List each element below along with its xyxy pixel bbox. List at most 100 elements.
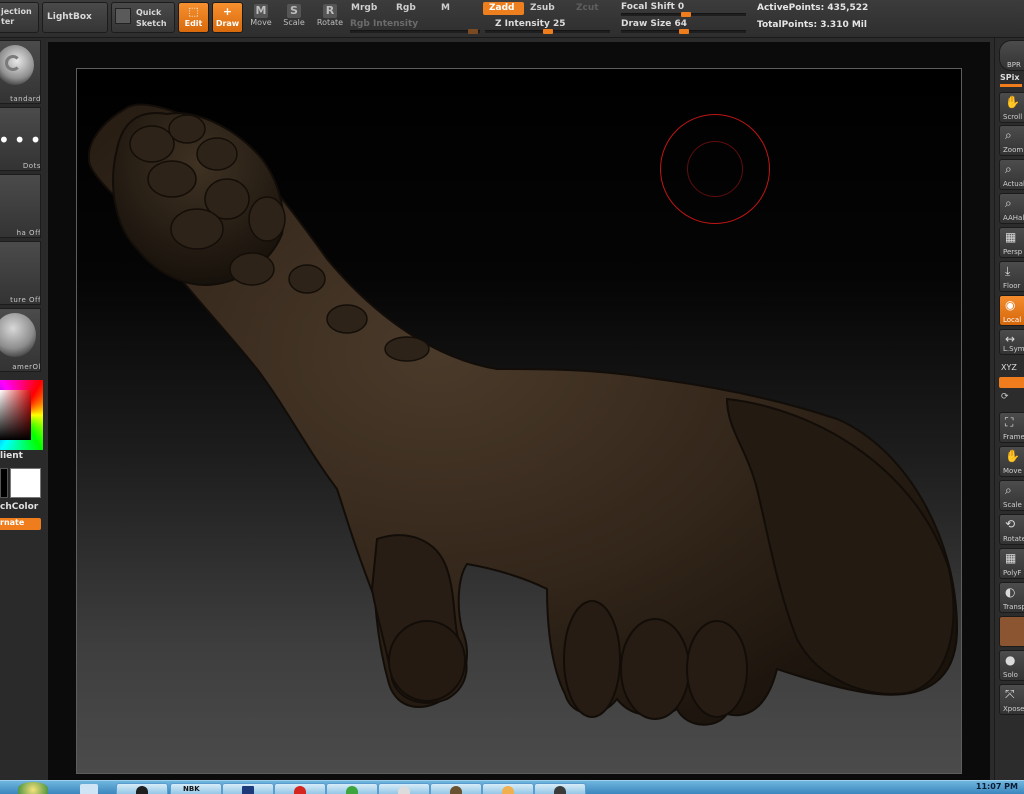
polyf-button[interactable]: ▦ PolyF xyxy=(999,548,1024,579)
floor-icon: ⤓ xyxy=(1005,264,1011,278)
taskbar-clock[interactable]: 11:07 PM xyxy=(976,782,1018,791)
main-color-swatch[interactable] xyxy=(0,468,8,498)
draw-size-label: Draw Size 64 xyxy=(621,19,687,29)
taskbar-badge: NBK xyxy=(183,785,200,793)
actual-label: Actual xyxy=(1003,180,1024,188)
projection-master-button[interactable]: jection ter xyxy=(0,2,39,33)
xpose-button[interactable]: ⤧ Xpose xyxy=(999,684,1024,715)
taskbar-app-opera[interactable] xyxy=(274,783,326,794)
secondary-color-swatch[interactable] xyxy=(10,468,41,498)
focal-shift-label: Focal Shift 0 xyxy=(621,2,685,12)
taskbar-explorer-icon[interactable] xyxy=(80,784,98,794)
opera-icon xyxy=(294,786,306,794)
rgb-toggle[interactable]: Rgb xyxy=(390,2,422,15)
rotate-tool-button[interactable]: R Rotate xyxy=(315,2,345,33)
spix-label[interactable]: SPix xyxy=(1000,73,1020,82)
scroll-button[interactable]: ✋ Scroll xyxy=(999,92,1024,123)
scale-view-button[interactable]: ⌕ Scale xyxy=(999,480,1024,511)
zadd-toggle[interactable]: Zadd xyxy=(483,2,524,15)
solo-icon: ● xyxy=(1005,653,1016,667)
z-intensity-slider[interactable] xyxy=(485,29,610,34)
zoom-button[interactable]: ⌕ Zoom xyxy=(999,125,1024,156)
quick-sketch-button[interactable]: Quick Sketch xyxy=(111,2,175,33)
sculpted-creature-model[interactable] xyxy=(77,69,962,774)
spix-slider[interactable] xyxy=(1000,84,1022,87)
hand-icon: ✋ xyxy=(1005,95,1020,109)
zbrush-icon xyxy=(554,786,566,794)
transp-label: Transp xyxy=(1003,603,1024,611)
draw-button[interactable]: + Draw xyxy=(212,2,243,33)
app-icon xyxy=(502,786,514,794)
stroke-selector[interactable]: ••• Dots xyxy=(0,107,41,171)
quick-sketch-label-2: Sketch xyxy=(136,19,167,28)
transp-button[interactable]: ◐ Transp xyxy=(999,582,1024,613)
xyz-button[interactable]: XYZ xyxy=(1001,363,1017,372)
rotate-view-button[interactable]: ⟲ Rotate xyxy=(999,514,1024,545)
aahalf-button[interactable]: ⌕ AAHalf xyxy=(999,193,1024,224)
zoom-label: Zoom xyxy=(1003,146,1024,154)
alternate-button[interactable]: rnate xyxy=(0,518,41,530)
lsym-button[interactable]: ↔ L.Sym xyxy=(999,329,1024,355)
draw-size-slider[interactable] xyxy=(621,29,746,34)
move-key-icon: M xyxy=(254,4,268,18)
zsub-toggle[interactable]: Zsub xyxy=(524,2,561,15)
start-button[interactable] xyxy=(18,782,48,794)
alpha-selector[interactable]: ha Off xyxy=(0,174,41,238)
stroke-label: Dots xyxy=(22,162,41,170)
texture-selector[interactable]: ture Off xyxy=(0,241,41,305)
taskbar-app-chrome[interactable] xyxy=(326,783,378,794)
solo-button[interactable]: ● Solo xyxy=(999,650,1024,681)
color-picker[interactable] xyxy=(0,380,43,450)
local-button[interactable]: ◉ Local xyxy=(999,295,1024,326)
edit-button[interactable]: ⬚ Edit xyxy=(178,2,209,33)
gradient-label[interactable]: lient xyxy=(0,451,23,461)
color-picker-square[interactable] xyxy=(0,390,31,440)
taskbar-app-photoshop[interactable] xyxy=(222,783,274,794)
floor-label: Floor xyxy=(1003,282,1021,290)
lightbox-button[interactable]: LightBox xyxy=(42,2,108,33)
move-view-button[interactable]: ✋ Move xyxy=(999,446,1024,477)
xyz-toggle[interactable] xyxy=(999,377,1024,388)
mrgb-toggle[interactable]: Mrgb xyxy=(345,2,383,15)
top-toolbar: jection ter LightBox Quick Sketch ⬚ Edit… xyxy=(0,0,1024,38)
floor-button[interactable]: ⤓ Floor xyxy=(999,261,1024,292)
magnifier-icon: ⌕ xyxy=(1005,128,1012,142)
scale-view-label: Scale xyxy=(1003,501,1022,509)
brush-selector[interactable]: tandard xyxy=(0,40,41,104)
frame-button[interactable]: ⛶ Frame xyxy=(999,412,1024,443)
taskbar-app-7[interactable] xyxy=(482,783,534,794)
persp-label: Persp xyxy=(1003,248,1023,256)
material-selector[interactable]: amerOl xyxy=(0,308,41,372)
draw-icon: + xyxy=(222,5,233,18)
taskbar-app-1[interactable] xyxy=(116,783,168,794)
taskbar-app-5[interactable] xyxy=(378,783,430,794)
solo-label: Solo xyxy=(1003,671,1018,679)
material-label: amerOl xyxy=(12,363,41,371)
taskbar-app-6[interactable] xyxy=(430,783,482,794)
rgb-intensity-slider[interactable] xyxy=(350,29,480,34)
scale-tool-button[interactable]: S Scale xyxy=(281,2,307,33)
rotate-tool-label: Rotate xyxy=(316,18,344,27)
zcut-toggle[interactable]: Zcut xyxy=(570,2,605,15)
move-tool-button[interactable]: M Move xyxy=(248,2,274,33)
actual-button[interactable]: ⌕ Actual xyxy=(999,159,1024,190)
transparency-icon: ◐ xyxy=(1005,585,1016,599)
brush-cursor-inner xyxy=(687,141,743,197)
alternate-label: rnate xyxy=(0,518,25,527)
m-toggle[interactable]: M xyxy=(435,2,456,15)
taskbar-app-zbrush[interactable] xyxy=(534,783,586,794)
z-intensity-label: Z Intensity 25 xyxy=(495,19,566,29)
right-shelf: BPR SPix ✋ Scroll ⌕ Zoom ⌕ Actual ⌕ AAHa… xyxy=(994,38,1024,780)
move-hand-icon: ✋ xyxy=(1005,449,1020,463)
edit-icon: ⬚ xyxy=(188,5,199,18)
axis-toggle[interactable]: ⟳ xyxy=(1001,392,1021,404)
focal-shift-slider[interactable] xyxy=(621,12,746,17)
ghost-button[interactable] xyxy=(999,616,1024,647)
switch-color-button[interactable]: chColor xyxy=(0,502,38,512)
active-points-readout: ActivePoints: 435,522 xyxy=(757,3,869,13)
chrome-icon xyxy=(346,786,358,794)
persp-button[interactable]: ▦ Persp xyxy=(999,227,1024,258)
bpr-button[interactable]: BPR xyxy=(999,40,1024,71)
taskbar-app-2[interactable]: NBK xyxy=(170,783,222,794)
viewport[interactable] xyxy=(76,68,962,774)
